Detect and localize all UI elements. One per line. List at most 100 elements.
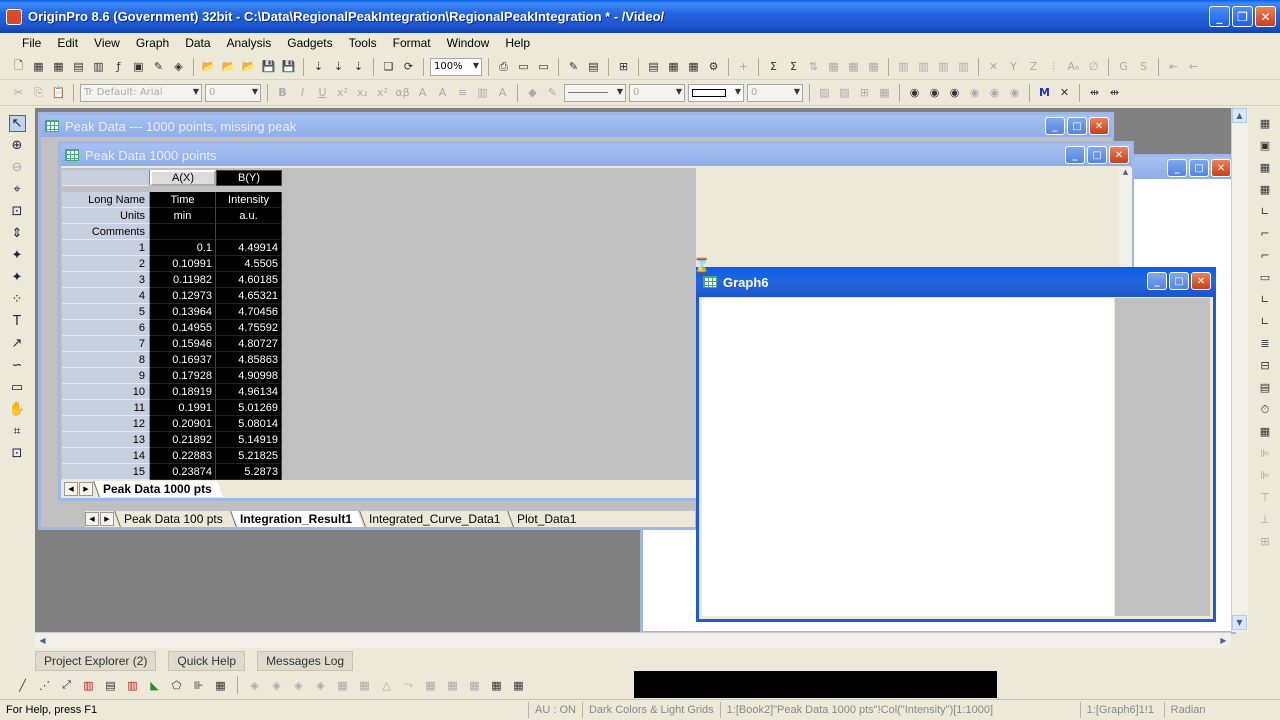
layer-legend-icon[interactable]: ⊟ [1257, 357, 1274, 374]
data-cell[interactable]: 4.85863 [216, 352, 282, 368]
axis-right-icon[interactable]: ⌐ [1257, 247, 1274, 264]
image-plot-icon[interactable]: ▦ [334, 677, 351, 694]
row-header[interactable]: 11 [62, 400, 150, 416]
data-cell[interactable]: 4.96134 [216, 384, 282, 400]
grid-icon[interactable]: ⊞ [856, 84, 873, 101]
close-button[interactable]: ✕ [1089, 117, 1109, 135]
data-cell[interactable]: 4.80727 [216, 336, 282, 352]
data-cell[interactable]: 0.11982 [150, 272, 216, 288]
menu-analysis[interactable]: Analysis [219, 36, 280, 50]
data-reader-icon[interactable]: ⊡ [9, 203, 26, 220]
label-cell[interactable] [216, 224, 282, 240]
save-template-icon[interactable]: 💾 [280, 58, 297, 75]
row-header[interactable]: 1 [62, 240, 150, 256]
tool-f-icon[interactable]: ◉ [1006, 84, 1023, 101]
underline-icon[interactable]: U [314, 84, 331, 101]
set-z-icon[interactable]: Z [1025, 58, 1042, 75]
data-cell[interactable]: 0.16937 [150, 352, 216, 368]
tab-messages-log[interactable]: Messages Log [257, 651, 354, 671]
column-stats-icon[interactable]: Σ [765, 58, 782, 75]
app-title-bar[interactable]: OriginPro 8.6 (Government) 32bit - C:\Da… [0, 0, 1280, 33]
close-button[interactable]: ✕ [1109, 146, 1129, 164]
scatter-plot-icon[interactable]: ⋰ [36, 677, 53, 694]
scroll-right-icon[interactable]: ▶ [1216, 633, 1231, 648]
code-builder-icon[interactable]: ✎ [565, 58, 582, 75]
data-cell[interactable]: 0.20901 [150, 416, 216, 432]
line-style-select[interactable]: ▼ [564, 83, 626, 102]
set-y-icon[interactable]: Y [1005, 58, 1022, 75]
layers-icon[interactable]: ⇹ [1106, 84, 1123, 101]
grid-corner[interactable] [62, 170, 150, 186]
fill-range-icon[interactable]: ▦ [845, 58, 862, 75]
multi-panel-icon[interactable]: ▤ [102, 677, 119, 694]
regional-selector-icon[interactable]: ✦ [9, 269, 26, 286]
cut-icon[interactable]: ✂ [10, 84, 27, 101]
row-header[interactable]: 13 [62, 432, 150, 448]
zoom-out-icon[interactable]: ⊖ [9, 159, 26, 176]
minimize-button[interactable]: _ [1065, 146, 1085, 164]
duplicate-icon[interactable]: ❏ [380, 58, 397, 75]
font-color-icon[interactable]: A [494, 84, 511, 101]
hand-tool-icon[interactable]: ✋ [9, 401, 26, 418]
line-plot-icon[interactable]: ╱ [14, 677, 31, 694]
add-column-icon[interactable]: + [735, 58, 752, 75]
column-header-b[interactable]: B(Y) [216, 170, 282, 186]
data-cell[interactable]: 0.21892 [150, 432, 216, 448]
polar-plot-icon[interactable]: ⬠ [168, 677, 185, 694]
new-layout-icon[interactable]: ▣ [130, 58, 147, 75]
menu-edit[interactable]: Edit [49, 36, 86, 50]
recalculate-icon[interactable]: ⟳ [400, 58, 417, 75]
font-select[interactable]: Tr Default: Arial ▼ [80, 83, 202, 102]
data-cell[interactable]: 0.18919 [150, 384, 216, 400]
curve-tool-icon[interactable]: ∽ [9, 357, 26, 374]
fill-icon[interactable]: ▦ [825, 58, 842, 75]
matrix-plot-icon[interactable]: ▦ [466, 677, 483, 694]
minimize-button[interactable]: _ [1167, 159, 1187, 177]
column-plot-icon[interactable]: ▥ [80, 677, 97, 694]
minimize-button[interactable]: _ [1209, 6, 1230, 27]
template-icon[interactable]: ▦ [212, 677, 229, 694]
pattern-color-icon[interactable]: ▨ [836, 84, 853, 101]
zoom-select[interactable]: 100% ▼ [430, 57, 482, 76]
draw-data-icon[interactable]: ✦ [9, 247, 26, 264]
origin-app-icon[interactable] [6, 8, 22, 25]
zoom-in-icon[interactable]: ⊕ [9, 137, 26, 154]
table-icon[interactable]: ▦ [1257, 423, 1274, 440]
data-cell[interactable]: 0.17928 [150, 368, 216, 384]
fill-color-icon[interactable]: ◆ [524, 84, 541, 101]
row-header[interactable]: 9 [62, 368, 150, 384]
decrease-font-icon[interactable]: A [434, 84, 451, 101]
annotation-icon[interactable]: ⌗ [9, 423, 26, 440]
maximize-button[interactable]: □ [1189, 159, 1209, 177]
data-selector-icon[interactable]: ⇕ [9, 225, 26, 242]
new-graph-icon[interactable]: ▤ [70, 58, 87, 75]
data-cell[interactable]: 5.21825 [216, 448, 282, 464]
maximize-button[interactable]: □ [1169, 272, 1189, 290]
stack-column-icon[interactable]: ▥ [124, 677, 141, 694]
workspace-vscroll[interactable]: ▲ ▼ [1231, 108, 1248, 632]
graph6-window[interactable]: Graph6 _ □ ✕ [696, 267, 1216, 622]
data-cell[interactable]: 5.14919 [216, 432, 282, 448]
tab-integration-result1[interactable]: Integration_Result1 [229, 511, 363, 527]
row-header[interactable]: 7 [62, 336, 150, 352]
menu-window[interactable]: Window [439, 36, 498, 50]
align-top-icon[interactable]: ⊤ [1257, 489, 1274, 506]
data-cell[interactable]: 0.15946 [150, 336, 216, 352]
screen-reader-icon[interactable]: ⌖ [9, 181, 26, 198]
menu-view[interactable]: View [86, 36, 128, 50]
tab-project-explorer[interactable]: Project Explorer (2) [35, 651, 157, 671]
menu-tools[interactable]: Tools [341, 36, 385, 50]
split-icon[interactable]: ▦ [1257, 181, 1274, 198]
row-header[interactable]: 8 [62, 352, 150, 368]
row-header[interactable]: 12 [62, 416, 150, 432]
ternary-icon[interactable]: △ [378, 677, 395, 694]
copy-icon[interactable]: ⎘ [30, 84, 47, 101]
menu-graph[interactable]: Graph [128, 36, 177, 50]
new-workbook-icon[interactable]: ▦ [30, 58, 47, 75]
open-icon[interactable]: 📂 [200, 58, 217, 75]
row-header[interactable]: 14 [62, 448, 150, 464]
align-left-icon[interactable]: ⊫ [1257, 445, 1274, 462]
row-header[interactable]: 15 [62, 464, 150, 480]
code-icon[interactable]: ▦ [685, 58, 702, 75]
data-cell[interactable]: 4.60185 [216, 272, 282, 288]
